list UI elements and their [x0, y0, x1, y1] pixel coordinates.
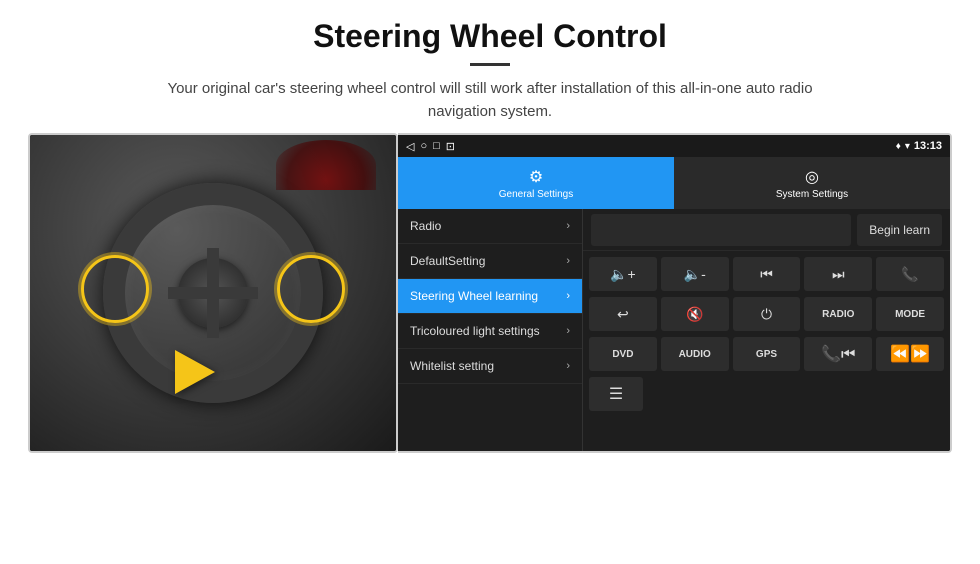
page-title: Steering Wheel Control [20, 18, 960, 55]
gps-button[interactable]: GPS [733, 337, 801, 371]
phone-icon: 📞 [901, 266, 918, 283]
steering-wheel-spoke-v [207, 248, 219, 338]
page-subtitle: Your original car's steering wheel contr… [140, 78, 840, 123]
next-track-icon: ⏭ [832, 266, 845, 283]
gps-label: GPS [756, 349, 777, 360]
status-bar-left: ◁ ○ □ ⊡ [406, 140, 455, 153]
general-settings-label: General Settings [499, 189, 574, 200]
phone-button[interactable]: 📞 [876, 257, 944, 291]
top-action-row: Begin learn [583, 209, 950, 251]
mute-button[interactable]: 🔇 [661, 297, 729, 331]
blank-input-box [591, 214, 851, 246]
vol-down-icon: 🔈- [684, 266, 706, 283]
begin-learn-button[interactable]: Begin learn [857, 214, 942, 246]
menu-icon: ☰ [609, 384, 623, 404]
menu-steering-chevron: › [566, 290, 570, 302]
prev-track-icon: ⏮ [760, 266, 773, 283]
vol-up-icon: 🔈+ [610, 266, 636, 283]
power-icon: ⏻ [761, 306, 772, 323]
tab-bar: ⚙ General Settings ◎ System Settings [398, 157, 950, 209]
back-icon: ↩ [617, 306, 629, 323]
seek-icon: ⏪⏩ [890, 344, 930, 364]
system-settings-label: System Settings [776, 189, 848, 200]
left-menu: Radio › DefaultSetting › Steering Wheel … [398, 209, 583, 451]
radio-text-label: RADIO [822, 309, 854, 320]
dvd-button[interactable]: DVD [589, 337, 657, 371]
arrow-indicator [175, 350, 215, 394]
vol-up-button[interactable]: 🔈+ [589, 257, 657, 291]
steering-wheel-image [28, 133, 398, 453]
main-content: Radio › DefaultSetting › Steering Wheel … [398, 209, 950, 451]
menu-whitelist-chevron: › [566, 360, 570, 372]
home-nav-icon[interactable]: ○ [420, 140, 427, 152]
menu-radio-label: Radio [410, 219, 441, 233]
back-button[interactable]: ↩ [589, 297, 657, 331]
general-settings-icon: ⚙ [529, 167, 543, 187]
status-bar-right: ♦ ▾ 13:13 [896, 140, 942, 152]
seek-button[interactable]: ⏪⏩ [876, 337, 944, 371]
menu-item-steering-wheel[interactable]: Steering Wheel learning › [398, 279, 582, 314]
mode-text-label: MODE [895, 309, 925, 320]
button-group-left-highlight [81, 255, 149, 323]
dashboard-bg [276, 140, 376, 190]
system-settings-icon: ◎ [805, 167, 819, 187]
menu-tricoloured-label: Tricoloured light settings [410, 324, 540, 338]
title-divider [470, 63, 510, 66]
phone-ui-panel: ◁ ○ □ ⊡ ♦ ▾ 13:13 ⚙ General Settings ◎ S… [398, 133, 952, 453]
control-grid-row1: 🔈+ 🔈- ⏮ ⏭ 📞 [583, 251, 950, 297]
extra-icon-row: ☰ [583, 377, 950, 411]
call-prev-button[interactable]: 📞⏮ [804, 337, 872, 371]
control-grid-row2: ↩ 🔇 ⏻ RADIO MODE [583, 297, 950, 337]
dvd-label: DVD [612, 349, 633, 360]
status-time: 13:13 [914, 140, 942, 152]
menu-default-label: DefaultSetting [410, 254, 485, 268]
next-track-button[interactable]: ⏭ [804, 257, 872, 291]
right-panel: Begin learn 🔈+ 🔈- ⏮ ⏭ [583, 209, 950, 451]
page-header: Steering Wheel Control Your original car… [0, 0, 980, 133]
audio-button[interactable]: AUDIO [661, 337, 729, 371]
tab-system-settings[interactable]: ◎ System Settings [674, 157, 950, 209]
button-group-right-highlight [277, 255, 345, 323]
back-nav-icon[interactable]: ◁ [406, 140, 414, 153]
tab-general-settings[interactable]: ⚙ General Settings [398, 157, 674, 209]
status-bar: ◁ ○ □ ⊡ ♦ ▾ 13:13 [398, 135, 950, 157]
control-grid-row3: DVD AUDIO GPS 📞⏮ ⏪⏩ [583, 337, 950, 377]
mode-text-button[interactable]: MODE [876, 297, 944, 331]
menu-item-radio[interactable]: Radio › [398, 209, 582, 244]
steering-wheel-bg [30, 135, 396, 451]
menu-item-whitelist[interactable]: Whitelist setting › [398, 349, 582, 384]
power-button[interactable]: ⏻ [733, 297, 801, 331]
location-icon: ♦ [896, 141, 901, 152]
call-prev-icon: 📞⏮ [821, 344, 855, 364]
vol-down-button[interactable]: 🔈- [661, 257, 729, 291]
audio-label: AUDIO [679, 349, 711, 360]
menu-tricoloured-chevron: › [566, 325, 570, 337]
menu-icon-button[interactable]: ☰ [589, 377, 643, 411]
prev-track-button[interactable]: ⏮ [733, 257, 801, 291]
cast-nav-icon[interactable]: ⊡ [446, 140, 455, 153]
menu-steering-label: Steering Wheel learning [410, 289, 538, 303]
menu-item-tricoloured[interactable]: Tricoloured light settings › [398, 314, 582, 349]
menu-item-default-setting[interactable]: DefaultSetting › [398, 244, 582, 279]
arrow-shape [175, 350, 215, 394]
mute-icon: 🔇 [686, 306, 703, 323]
menu-whitelist-label: Whitelist setting [410, 359, 494, 373]
menu-default-chevron: › [566, 255, 570, 267]
menu-radio-chevron: › [566, 220, 570, 232]
content-area: ◁ ○ □ ⊡ ♦ ▾ 13:13 ⚙ General Settings ◎ S… [0, 133, 980, 463]
radio-text-button[interactable]: RADIO [804, 297, 872, 331]
recents-nav-icon[interactable]: □ [433, 140, 440, 152]
wifi-icon: ▾ [905, 141, 910, 152]
